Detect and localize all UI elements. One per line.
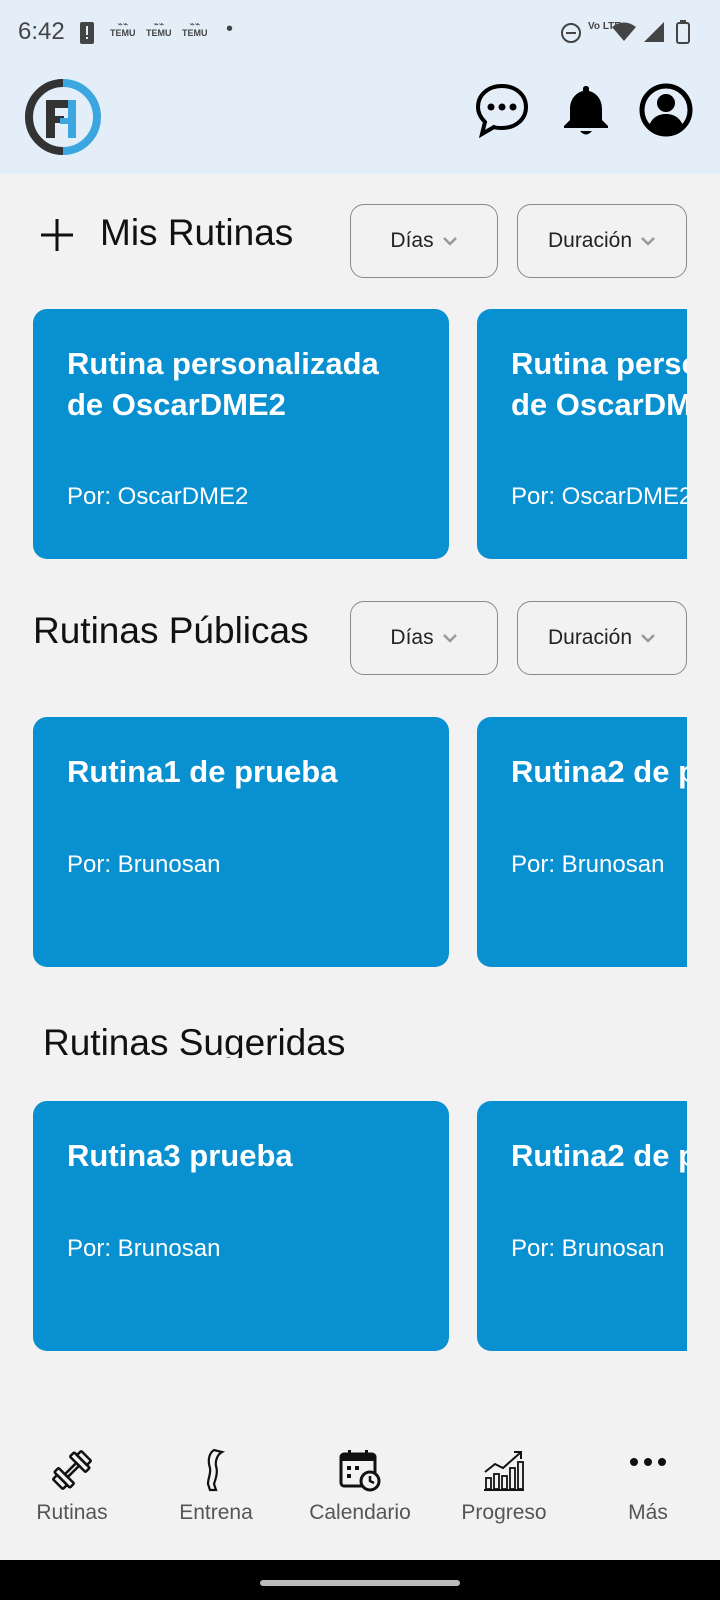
rutinas-publicas-carousel[interactable]: Rutina1 de prueba Por: Brunosan Rutina2 … — [0, 717, 687, 967]
status-time: 6:42 — [18, 18, 65, 45]
routine-card-title: Rutina personalizada de OscarDME2 — [67, 346, 379, 422]
routine-card-title: Rutina personalizada de OscarDME2 — [511, 346, 687, 422]
days-filter-dropdown[interactable]: Días — [350, 204, 498, 278]
signal-icon — [644, 22, 664, 42]
routine-card[interactable]: Rutina2 de prueba Por: Brunosan — [477, 717, 687, 967]
routine-card[interactable]: Rutina1 de prueba Por: Brunosan — [33, 717, 449, 967]
mis-rutinas-carousel[interactable]: Rutina personalizada de OscarDME2 Por: O… — [0, 309, 687, 559]
more-icon — [630, 1458, 666, 1466]
alert-icon — [80, 22, 94, 44]
chevron-down-icon — [641, 237, 655, 246]
chart-icon — [484, 1451, 524, 1491]
nav-calendario[interactable]: Calendario — [288, 1428, 432, 1525]
days-filter-label: Días — [390, 626, 434, 649]
chat-icon[interactable] — [474, 82, 530, 138]
bottom-navigation: Rutinas Entrena Calendario Progreso Más — [0, 1428, 720, 1560]
add-routine-icon[interactable] — [40, 218, 74, 252]
routine-card-author: Por: Brunosan — [511, 1235, 665, 1262]
rutinas-publicas-title: Rutinas Públicas — [33, 610, 309, 651]
duration-filter-dropdown[interactable]: Duración — [517, 204, 687, 278]
routine-card[interactable]: Rutina personalizada de OscarDME2 Por: O… — [33, 309, 449, 559]
routine-card[interactable]: Rutina2 de prueba Por: Brunosan — [477, 1101, 687, 1351]
routine-card-author: Por: OscarDME2 — [511, 483, 687, 510]
routine-card-author: Por: Brunosan — [67, 851, 221, 878]
leg-icon — [206, 1448, 226, 1492]
routine-card-title: Rutina3 prueba — [67, 1138, 293, 1173]
mis-rutinas-title: Mis Rutinas — [100, 212, 294, 253]
routine-card-title: Rutina2 de prueba — [511, 754, 687, 789]
home-gesture-bar[interactable] — [260, 1580, 460, 1586]
routine-card-title: Rutina1 de prueba — [67, 754, 338, 789]
nav-label: Rutinas — [36, 1501, 108, 1524]
profile-icon[interactable] — [638, 82, 694, 138]
chevron-down-icon — [641, 634, 655, 643]
temu-icon: ⌁⌁ TEMU — [146, 19, 172, 38]
duration-filter-label: Duración — [547, 229, 633, 252]
chevron-down-icon — [442, 634, 457, 643]
system-navigation-bar — [0, 1560, 720, 1600]
duration-filter-dropdown[interactable]: Duración — [517, 601, 687, 675]
wifi-icon — [612, 22, 636, 41]
duration-filter-label: Duración — [547, 626, 633, 649]
routine-card[interactable]: Rutina3 prueba Por: Brunosan — [33, 1101, 449, 1351]
temu-icon: ⌁⌁ TEMU — [110, 19, 136, 38]
routine-card-author: Por: Brunosan — [511, 851, 665, 878]
do-not-disturb-icon — [561, 23, 581, 43]
nav-entrena[interactable]: Entrena — [144, 1428, 288, 1525]
battery-icon — [676, 20, 690, 44]
routine-card-author: Por: Brunosan — [67, 1235, 221, 1262]
nav-label: Calendario — [309, 1501, 411, 1524]
nav-label: Más — [628, 1501, 668, 1524]
bell-icon[interactable] — [558, 82, 614, 138]
status-bar: 6:42 ⌁⌁ TEMU ⌁⌁ TEMU ⌁⌁ TEMU • Vo LTE — [0, 0, 720, 70]
calendar-icon — [339, 1450, 381, 1492]
days-filter-label: Días — [390, 229, 434, 252]
nav-progreso[interactable]: Progreso — [432, 1428, 576, 1525]
chevron-down-icon — [442, 237, 457, 246]
rutinas-sugeridas-title: Rutinas Sugeridas — [43, 1022, 346, 1058]
days-filter-dropdown[interactable]: Días — [350, 601, 498, 675]
temu-icon: ⌁⌁ TEMU — [182, 19, 208, 38]
dumbbell-icon — [52, 1450, 92, 1490]
routine-card-author: Por: OscarDME2 — [67, 483, 249, 510]
app-header — [0, 70, 720, 174]
app-logo[interactable] — [24, 78, 102, 156]
notification-dot: • — [226, 18, 234, 40]
nav-label: Entrena — [179, 1501, 253, 1524]
nav-mas[interactable]: Más — [576, 1428, 720, 1525]
routine-card[interactable]: Rutina personalizada de OscarDME2 Por: O… — [477, 309, 687, 559]
nav-label: Progreso — [461, 1501, 547, 1524]
rutinas-sugeridas-carousel[interactable]: Rutina3 prueba Por: Brunosan Rutina2 de … — [0, 1101, 687, 1351]
nav-rutinas[interactable]: Rutinas — [0, 1428, 144, 1525]
routine-card-title: Rutina2 de prueba — [511, 1138, 687, 1173]
